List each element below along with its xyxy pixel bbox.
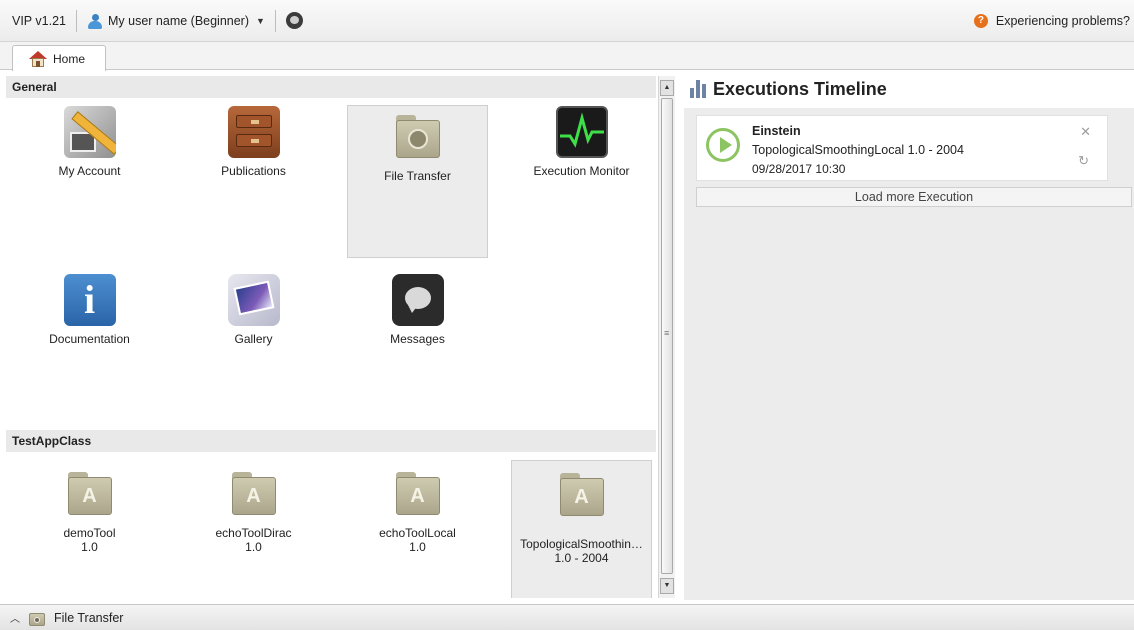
bottom-file-transfer-label[interactable]: File Transfer — [54, 611, 123, 625]
home-icon — [29, 50, 47, 67]
publications-icon — [227, 106, 280, 158]
launcher-scrollbar[interactable]: ▲ ≡ ▼ — [658, 76, 675, 598]
tile-label: My Account — [58, 164, 121, 178]
tile-execution-monitor[interactable]: Execution Monitor — [511, 106, 652, 256]
top-toolbar: VIP v1.21 My user name (Beginner) ▼ ? Ex… — [0, 0, 1134, 42]
scroll-down-icon[interactable]: ▼ — [660, 578, 674, 594]
tile-label: Publications — [221, 164, 286, 178]
tile-topologicalsmoothing[interactable]: A TopologicalSmoothin… 1.0 - 2004 — [511, 460, 652, 598]
running-play-icon — [706, 128, 740, 162]
experiencing-problems-link[interactable]: ? Experiencing problems? — [973, 0, 1130, 42]
user-icon — [87, 13, 103, 29]
experiencing-problems-label: Experiencing problems? — [995, 14, 1130, 28]
tile-label: Execution Monitor — [533, 164, 630, 178]
application-folder-icon: A — [392, 468, 444, 520]
tile-demotool[interactable]: A demoTool 1.0 — [19, 468, 160, 598]
tile-label: Gallery — [234, 332, 273, 346]
execution-card[interactable]: Einstein TopologicalSmoothingLocal 1.0 -… — [696, 115, 1108, 181]
execution-name[interactable]: Einstein — [752, 124, 801, 138]
timeline-header: Executions Timeline — [684, 70, 1134, 108]
tile-version: 1.0 — [81, 540, 98, 554]
tile-label: echoToolLocal — [379, 526, 456, 540]
scroll-thumb[interactable]: ≡ — [661, 98, 673, 574]
user-name-label: My user name (Beginner) — [107, 13, 250, 28]
app-version: VIP v1.21 — [12, 13, 66, 28]
scroll-up-icon[interactable]: ▲ — [660, 80, 674, 96]
tile-label: File Transfer — [384, 169, 451, 183]
executions-timeline-panel: Executions Timeline Einstein Topological… — [684, 70, 1134, 600]
application-folder-icon: A — [64, 468, 116, 520]
tile-label: Messages — [390, 332, 445, 346]
tab-home[interactable]: Home — [12, 45, 106, 71]
messages-bubble-icon — [391, 274, 444, 326]
chevron-up-icon[interactable]: ︿ — [10, 610, 20, 625]
execution-date: 09/28/2017 10:30 — [752, 162, 846, 176]
chat-icon[interactable] — [285, 12, 303, 29]
bottom-transfer-bar: ︿ File Transfer — [0, 604, 1134, 630]
caret-down-icon: ▼ — [256, 15, 265, 26]
timeline-bars-icon — [690, 80, 706, 98]
relaunch-execution-icon[interactable]: ↻ — [1078, 153, 1089, 169]
tile-version: 1.0 — [409, 540, 426, 554]
execution-application: TopologicalSmoothingLocal 1.0 - 2004 — [752, 143, 964, 157]
tile-version: 1.0 - 2004 — [554, 551, 609, 565]
application-launcher-panel: General My Account Publications File Tra… — [6, 76, 656, 598]
section-header-testappclass: TestAppClass — [6, 430, 656, 452]
kill-execution-icon[interactable]: ✕ — [1080, 124, 1091, 140]
timeline-title: Executions Timeline — [713, 78, 887, 99]
tile-label: demoTool — [63, 526, 116, 540]
user-menu-button[interactable]: My user name (Beginner) ▼ — [87, 13, 265, 29]
tile-my-account[interactable]: My Account — [19, 106, 160, 256]
file-transfer-icon — [28, 610, 46, 626]
section-header-general: General — [6, 76, 656, 98]
my-account-icon — [63, 106, 116, 158]
tile-echotooldirac[interactable]: A echoToolDirac 1.0 — [183, 468, 324, 598]
tile-gallery[interactable]: Gallery — [183, 274, 324, 424]
gallery-icon — [227, 274, 280, 326]
tile-publications[interactable]: Publications — [183, 106, 324, 256]
tab-home-label: Home — [53, 51, 86, 66]
tile-messages[interactable]: Messages — [347, 274, 488, 424]
toolbar-divider — [274, 9, 276, 32]
load-more-executions-button[interactable]: Load more Execution — [696, 187, 1132, 207]
application-folder-icon: A — [228, 468, 280, 520]
documentation-info-icon: i — [63, 274, 116, 326]
file-transfer-folder-icon — [392, 111, 444, 163]
tile-label: echoToolDirac — [215, 526, 292, 540]
help-question-icon: ? — [973, 14, 988, 28]
tile-echotoollocal[interactable]: A echoToolLocal 1.0 — [347, 468, 488, 598]
toolbar-divider — [75, 9, 77, 32]
tile-documentation[interactable]: i Documentation — [19, 274, 160, 424]
execution-monitor-icon — [555, 106, 608, 158]
tile-version: 1.0 — [245, 540, 262, 554]
application-folder-icon: A — [556, 469, 608, 521]
grip-icon: ≡ — [664, 328, 669, 338]
tab-strip: Home — [0, 42, 1134, 71]
tile-label: Documentation — [49, 332, 130, 346]
tile-file-transfer[interactable]: File Transfer — [347, 105, 488, 258]
tile-label: TopologicalSmoothin… — [520, 537, 643, 551]
